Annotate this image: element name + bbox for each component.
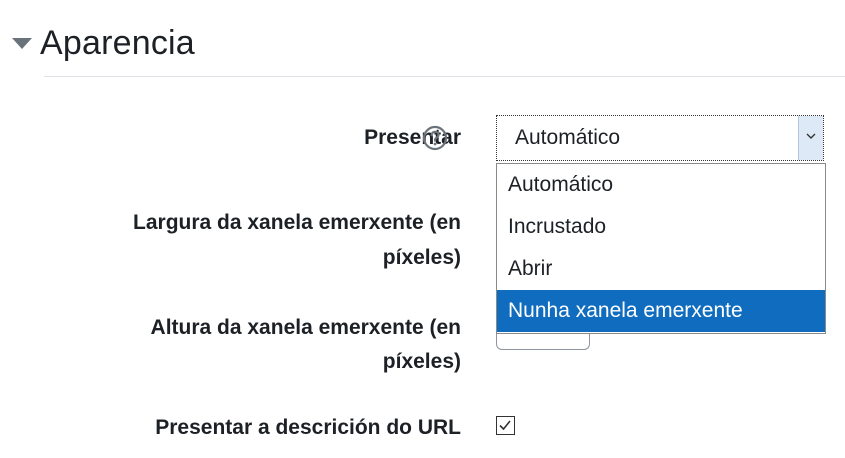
show-description-checkbox[interactable] xyxy=(496,416,515,435)
display-select[interactable]: Automático xyxy=(496,115,824,161)
question-circle-icon[interactable] xyxy=(422,125,448,151)
section-divider xyxy=(44,76,845,77)
chevron-down-icon xyxy=(806,133,816,139)
popup-height-label-line1: Altura da xanela emerxente (en xyxy=(150,316,461,339)
dropdown-button[interactable] xyxy=(798,116,823,160)
display-select-value: Automático xyxy=(515,126,621,149)
collapse-triangle-icon[interactable] xyxy=(12,37,32,49)
display-options-list[interactable]: Automático Incrustado Abrir Nunha xanela… xyxy=(496,163,826,334)
section-title: Aparencia xyxy=(40,23,195,62)
show-description-label: Presentar a descrición do URL xyxy=(155,416,461,439)
popup-height-input[interactable] xyxy=(496,334,590,350)
popup-width-label-line2: píxeles) xyxy=(382,246,461,269)
checkmark-icon xyxy=(499,420,511,431)
popup-width-label-line1: Largura da xanela emerxente (en xyxy=(133,211,461,234)
option-embed[interactable]: Incrustado xyxy=(497,206,825,248)
option-open[interactable]: Abrir xyxy=(497,248,825,290)
section-header-appearance[interactable]: Aparencia xyxy=(10,18,195,68)
popup-height-label-line2: píxeles) xyxy=(382,350,461,373)
option-automatic[interactable]: Automático xyxy=(497,164,825,206)
option-popup[interactable]: Nunha xanela emerxente xyxy=(497,290,825,332)
